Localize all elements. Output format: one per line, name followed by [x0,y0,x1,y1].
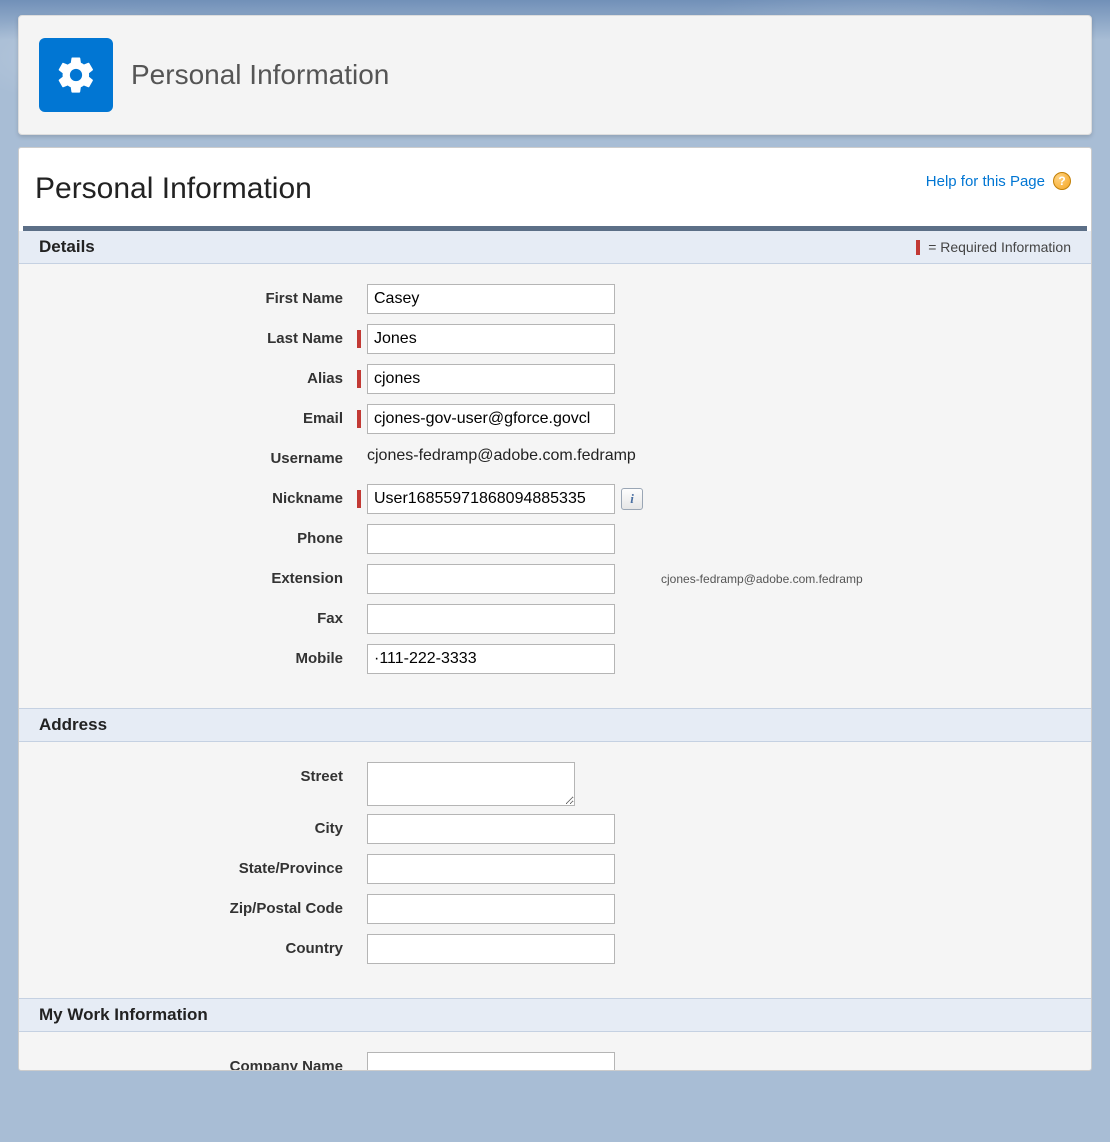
required-legend-text: = Required Information [928,239,1071,255]
label-last-name: Last Name [39,324,357,347]
label-first-name: First Name [39,284,357,307]
page-title: Personal Information [35,172,312,206]
row-extension: Extension cjones-fedramp@adobe.com.fedra… [39,564,1071,596]
zip-input[interactable] [367,894,615,924]
label-phone: Phone [39,524,357,547]
required-legend: = Required Information [916,239,1071,255]
alias-input[interactable] [367,364,615,394]
street-input[interactable] [367,762,575,806]
state-input[interactable] [367,854,615,884]
help-icon: ? [1053,172,1071,190]
city-input[interactable] [367,814,615,844]
section-title-address: Address [39,715,107,735]
section-header-details: Details = Required Information [19,231,1091,264]
label-nickname: Nickname [39,484,357,507]
required-mark-icon [357,410,361,428]
label-country: Country [39,934,357,957]
extension-aux-text: cjones-fedramp@adobe.com.fedramp [661,572,863,586]
extension-input[interactable] [367,564,615,594]
row-first-name: First Name [39,284,1071,316]
label-zip: Zip/Postal Code [39,894,357,917]
row-phone: Phone [39,524,1071,556]
label-alias: Alias [39,364,357,387]
row-zip: Zip/Postal Code [39,894,1071,926]
first-name-input[interactable] [367,284,615,314]
row-country: Country [39,934,1071,966]
phone-input[interactable] [367,524,615,554]
row-street: Street [39,762,1071,806]
section-body-work: Company Name [19,1032,1091,1071]
row-city: City [39,814,1071,846]
help-link-label: Help for this Page [926,173,1045,190]
row-state: State/Province [39,854,1071,886]
username-value: cjones-fedramp@adobe.com.fedramp [367,444,636,465]
fax-input[interactable] [367,604,615,634]
required-mark-icon [916,240,920,255]
gear-icon [39,38,113,112]
required-mark-icon [357,490,361,508]
row-company: Company Name [39,1052,1071,1071]
label-username: Username [39,444,357,467]
section-title-details: Details [39,237,95,257]
page-head: Personal Information Help for this Page … [19,148,1091,226]
section-body-address: Street City State/Province Zip/Postal Co… [19,742,1091,998]
label-street: Street [39,762,357,785]
page-header-card: Personal Information [18,15,1092,135]
main-panel[interactable]: Personal Information Help for this Page … [18,147,1092,1071]
company-input[interactable] [367,1052,615,1071]
section-header-work: My Work Information [19,998,1091,1032]
label-city: City [39,814,357,837]
info-icon[interactable]: i [621,488,643,510]
email-input[interactable] [367,404,615,434]
label-email: Email [39,404,357,427]
label-fax: Fax [39,604,357,627]
row-nickname: Nickname i [39,484,1071,516]
section-body-details: First Name Last Name Alias Email Usernam… [19,264,1091,708]
last-name-input[interactable] [367,324,615,354]
header-title: Personal Information [131,59,389,91]
row-mobile: Mobile [39,644,1071,676]
label-company: Company Name [39,1052,357,1071]
row-email: Email [39,404,1071,436]
required-mark-icon [357,370,361,388]
label-mobile: Mobile [39,644,357,667]
required-mark-icon [357,330,361,348]
nickname-input[interactable] [367,484,615,514]
label-extension: Extension [39,564,357,587]
section-header-address: Address [19,708,1091,742]
row-fax: Fax [39,604,1071,636]
label-state: State/Province [39,854,357,877]
help-link[interactable]: Help for this Page ? [926,172,1071,190]
mobile-input[interactable] [367,644,615,674]
row-last-name: Last Name [39,324,1071,356]
country-input[interactable] [367,934,615,964]
row-alias: Alias [39,364,1071,396]
section-title-work: My Work Information [39,1005,208,1025]
row-username: Username cjones-fedramp@adobe.com.fedram… [39,444,1071,476]
